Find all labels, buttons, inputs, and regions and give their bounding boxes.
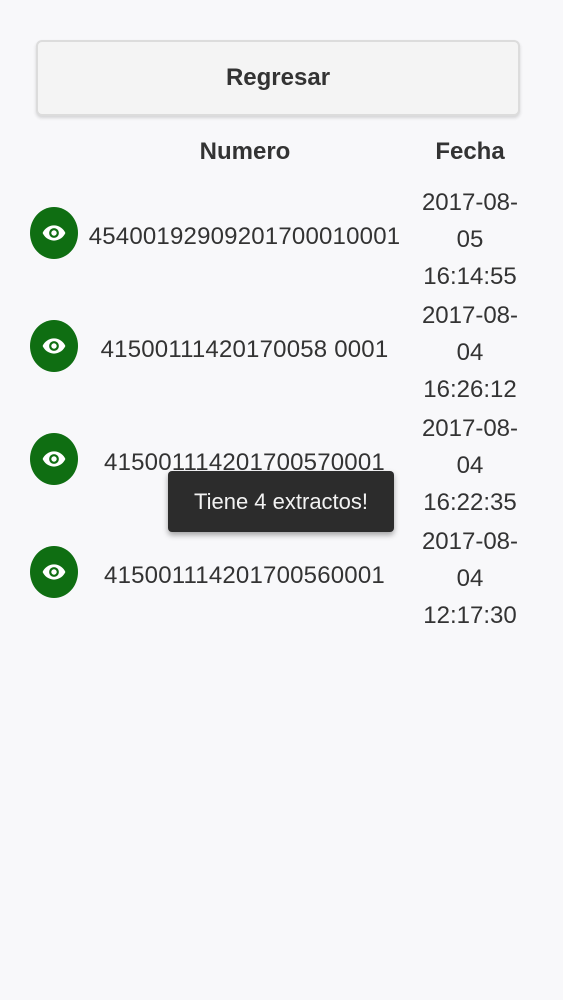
- fecha-cell: 2017-08- 04 12:17:30: [410, 523, 530, 634]
- fecha-date-part: 2017-08-: [421, 302, 519, 329]
- fecha-day-part: 04: [456, 452, 484, 479]
- fecha-cell: 2017-08- 04 16:26:12: [410, 297, 530, 408]
- column-header-fecha: Fecha: [435, 138, 505, 165]
- fecha-date-part: 2017-08-: [421, 415, 519, 442]
- fecha-day-part: 05: [456, 226, 484, 253]
- eye-icon: [42, 225, 66, 241]
- back-button[interactable]: Regresar: [36, 40, 520, 116]
- fecha-time-part: 16:22:35: [423, 489, 517, 516]
- table-row: 415001114201700560001 2017-08- 04 12:17:…: [0, 519, 563, 632]
- toast-message: Tiene 4 extractos!: [168, 471, 394, 532]
- column-header-numero: Numero: [199, 138, 291, 165]
- fecha-date-part: 2017-08-: [421, 528, 519, 555]
- table-row: 45400192909201700010001 2017-08- 05 16:1…: [0, 180, 563, 293]
- eye-icon: [42, 564, 66, 580]
- numero-cell: 45400192909201700010001: [88, 222, 401, 250]
- numero-cell: 41500111420170058 0001: [100, 335, 389, 363]
- view-extract-button[interactable]: [30, 546, 78, 598]
- view-extract-button[interactable]: [30, 433, 78, 485]
- fecha-cell: 2017-08- 04 16:22:35: [410, 410, 530, 521]
- fecha-day-part: 04: [456, 339, 484, 366]
- view-extract-button[interactable]: [30, 320, 78, 372]
- fecha-day-part: 04: [456, 565, 484, 592]
- fecha-cell: 2017-08- 05 16:14:55: [410, 184, 530, 295]
- fecha-time-part: 16:14:55: [423, 263, 517, 290]
- table-row: 41500111420170058 0001 2017-08- 04 16:26…: [0, 293, 563, 406]
- view-extract-button[interactable]: [30, 207, 78, 259]
- numero-cell: 415001114201700560001: [104, 561, 385, 589]
- fecha-date-part: 2017-08-: [421, 189, 519, 216]
- eye-icon: [42, 338, 66, 354]
- eye-icon: [42, 451, 66, 467]
- fecha-time-part: 16:26:12: [423, 376, 517, 403]
- table-header: Numero Fecha: [0, 120, 563, 180]
- extracts-table: Numero Fecha 45400192909201700010001 201…: [0, 120, 563, 632]
- fecha-time-part: 12:17:30: [423, 602, 517, 629]
